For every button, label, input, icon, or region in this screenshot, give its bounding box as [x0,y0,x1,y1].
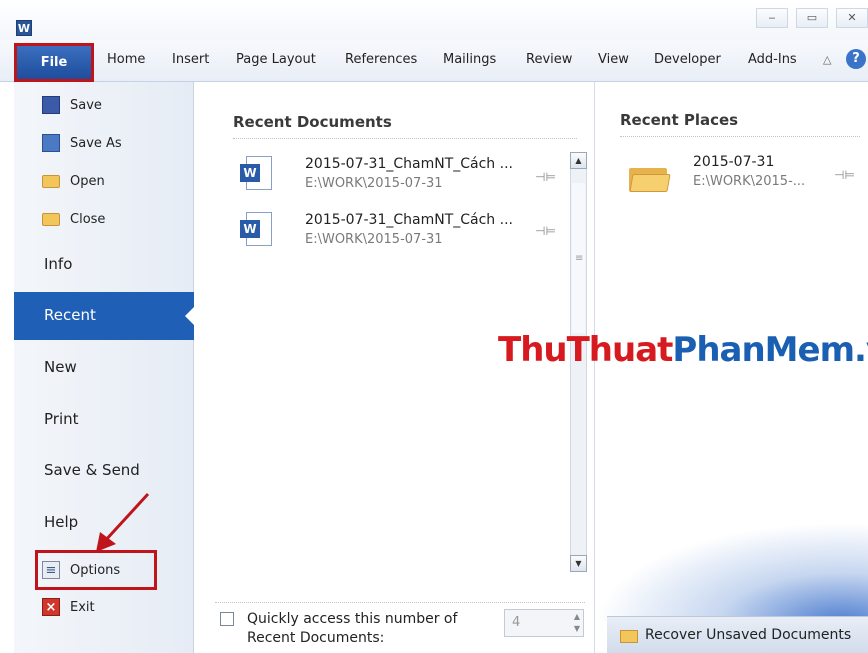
exit-icon: × [42,598,60,616]
spinner-arrows-icon[interactable]: ▲ ▼ [574,611,580,635]
quick-access-checkbox[interactable] [220,612,234,626]
watermark-part1: ThuThuat [498,330,673,370]
nav-save[interactable]: Save [42,91,102,119]
nav-new[interactable]: New [44,358,77,376]
document-path: E:\WORK\2015-07-31 [305,232,443,247]
recover-label: Recover Unsaved Documents [645,627,852,643]
tab-view[interactable]: View [598,52,629,67]
nav-help[interactable]: Help [44,513,78,531]
quick-access-count-spinner[interactable]: 4 ▲ ▼ [504,609,584,637]
divider [215,602,585,603]
folder-icon [620,630,638,643]
word-app-icon[interactable]: W [16,20,32,36]
backstage-nav: Save Save As Open Close Info Recent New … [14,82,195,653]
tab-references[interactable]: References [345,52,417,67]
maximize-button[interactable]: ▭ [796,8,828,28]
recent-documents-title: Recent Documents [233,113,392,131]
nav-recent-label: Recent [44,306,96,324]
nav-recent[interactable]: Recent [14,292,195,340]
tab-file[interactable]: File [14,43,94,82]
nav-print[interactable]: Print [44,410,79,428]
pin-icon[interactable]: ⊣⊨ [535,170,556,184]
scroll-thumb[interactable]: ≡ [572,183,585,333]
tab-page-layout[interactable]: Page Layout [236,52,316,67]
scroll-down-arrow-icon[interactable]: ▼ [570,555,587,572]
window-controls: ‒ ▭ ✕ [748,8,868,28]
place-path: E:\WORK\2015-... [693,174,806,189]
watermark-part2: PhanMem.vn [672,330,868,370]
place-name[interactable]: 2015-07-31 [693,154,774,170]
watermark-logo: ThuThuatPhanMem.vn [498,330,868,370]
grip-icon: ≡ [575,253,584,264]
folder-icon [629,162,671,192]
tab-review[interactable]: Review [526,52,572,67]
recent-document-item[interactable]: W 2015-07-31_ChamNT_Cách ... E:\WORK\201… [240,208,560,256]
tab-developer[interactable]: Developer [654,52,721,67]
divider [233,138,577,139]
selection-notch [185,306,195,326]
close-button[interactable]: ✕ [836,8,868,28]
nav-save-as-label: Save As [70,135,122,151]
background-swoosh [595,522,868,622]
help-icon[interactable]: ? [846,49,866,69]
close-folder-icon [42,210,60,228]
nav-save-send[interactable]: Save & Send [44,461,140,479]
nav-close[interactable]: Close [42,205,105,233]
minimize-button[interactable]: ‒ [756,8,788,28]
tab-mailings[interactable]: Mailings [443,52,496,67]
pin-icon[interactable]: ⊣⊨ [535,224,556,238]
nav-open-label: Open [70,173,105,189]
document-path: E:\WORK\2015-07-31 [305,176,443,191]
pin-icon[interactable]: ⊣⊨ [834,168,855,182]
nav-open[interactable]: Open [42,167,105,195]
tab-insert[interactable]: Insert [172,52,209,67]
word-document-icon: W [240,212,274,248]
annotation-arrow-icon [96,492,150,552]
recent-places-title: Recent Places [620,111,739,129]
nav-save-label: Save [70,97,102,113]
document-name: 2015-07-31_ChamNT_Cách ... [305,156,513,172]
scroll-up-arrow-icon[interactable]: ▲ [570,152,587,169]
save-icon [42,96,60,114]
collapse-ribbon-icon[interactable]: △ [823,53,831,66]
title-bar: W ‒ ▭ ✕ [0,0,868,40]
word-document-icon: W [240,156,274,192]
nav-exit-label: Exit [70,599,95,615]
document-name: 2015-07-31_ChamNT_Cách ... [305,212,513,228]
save-as-icon [42,134,60,152]
recent-document-item[interactable]: W 2015-07-31_ChamNT_Cách ... E:\WORK\201… [240,152,560,200]
tab-home[interactable]: Home [107,52,145,67]
nav-exit[interactable]: × Exit [42,593,95,621]
quick-access-label: Quickly access this number of Recent Doc… [247,611,458,646]
divider [620,136,860,137]
quick-access-count: 4 [512,615,521,630]
ribbon-tab-bar: File Home Insert Page Layout References … [0,40,868,82]
nav-info[interactable]: Info [44,255,72,273]
nav-save-as[interactable]: Save As [42,129,122,157]
open-folder-icon [42,172,60,190]
recover-unsaved-documents-button[interactable]: Recover Unsaved Documents [607,616,868,653]
tab-add-ins[interactable]: Add-Ins [748,52,797,67]
nav-close-label: Close [70,211,106,227]
